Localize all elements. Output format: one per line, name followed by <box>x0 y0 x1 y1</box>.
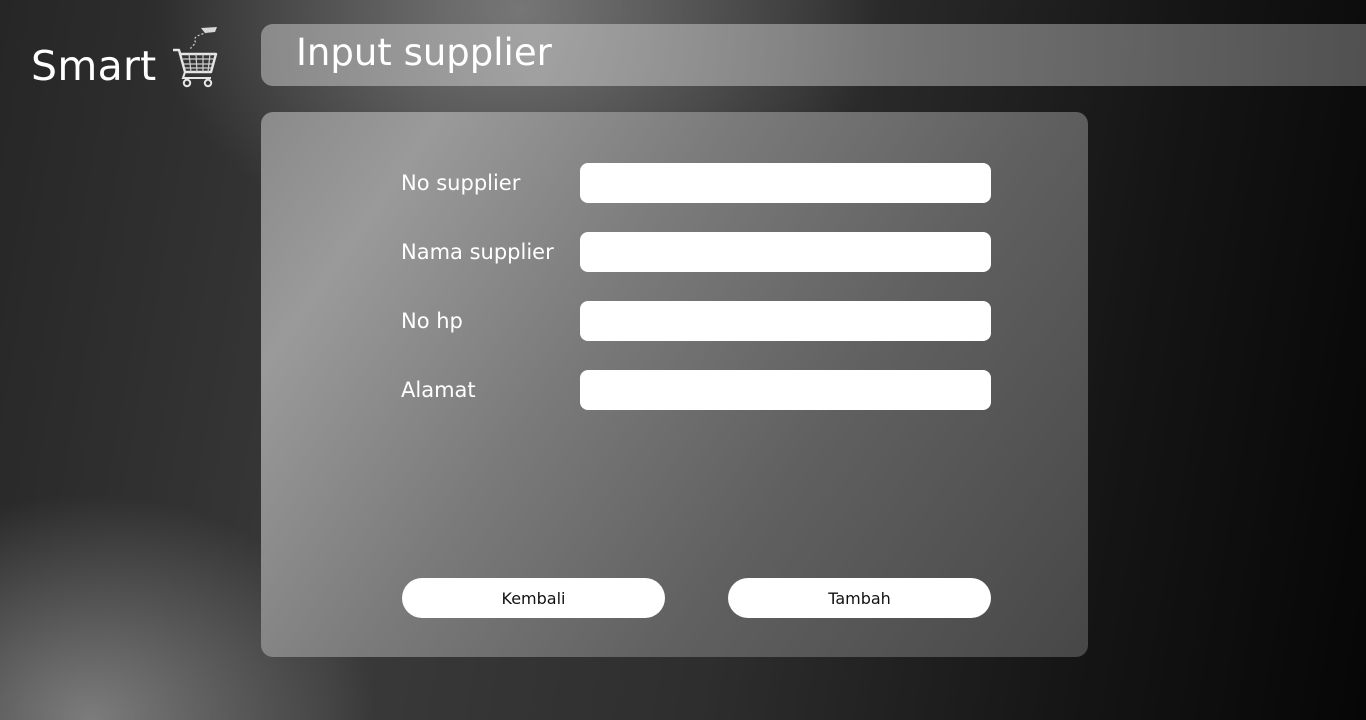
tambah-button[interactable]: Tambah <box>728 578 991 618</box>
alamat-input[interactable] <box>580 370 991 410</box>
no-supplier-input[interactable] <box>580 163 991 203</box>
no-hp-label: No hp <box>401 309 463 333</box>
page-title: Input supplier <box>296 31 552 74</box>
kembali-button[interactable]: Kembali <box>402 578 665 618</box>
header-bar: Input supplier <box>261 24 1366 86</box>
supplier-form: No supplier Nama supplier No hp Alamat K… <box>261 112 1088 657</box>
no-hp-input[interactable] <box>580 301 991 341</box>
nama-supplier-label: Nama supplier <box>401 240 554 264</box>
nama-supplier-input[interactable] <box>580 232 991 272</box>
alamat-label: Alamat <box>401 378 476 402</box>
logo-text: Smart <box>31 42 157 90</box>
shopping-cart-icon <box>172 27 217 88</box>
no-supplier-label: No supplier <box>401 171 521 195</box>
app-logo: Smart <box>31 26 221 92</box>
